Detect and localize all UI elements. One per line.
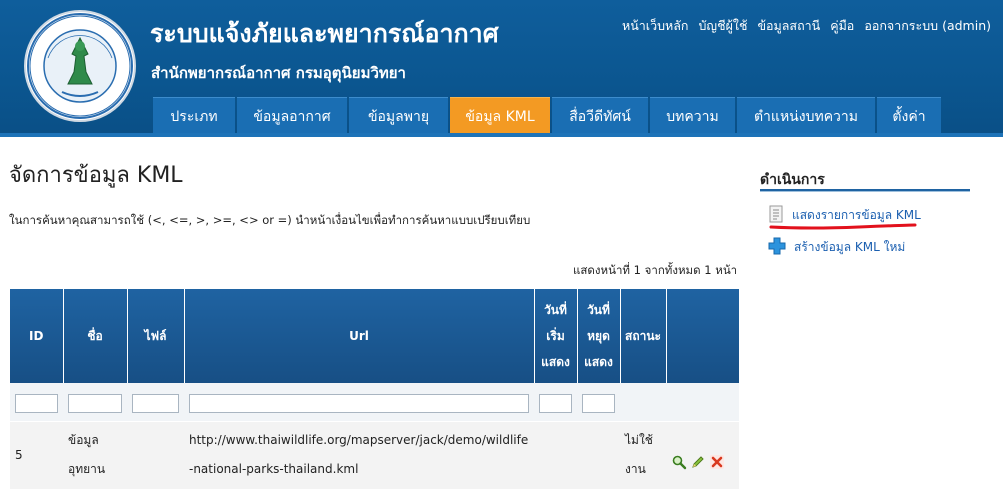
sidebar-title: ดำเนินการ [760, 172, 825, 188]
filter-url-input[interactable] [189, 393, 529, 413]
main-nav: ประเภท ข้อมูลอากาศ ข้อมูลพายุ ข้อมูล KML… [153, 97, 941, 135]
tab-articles[interactable]: บทความ [650, 97, 735, 135]
home-link[interactable]: หน้าเว็บหลัก [622, 16, 689, 36]
delete-icon[interactable] [709, 454, 725, 470]
site-title: ระบบแจ้งภัยและพยากรณ์อากาศ [150, 19, 499, 48]
column-header-start-date[interactable]: วันที่ เริ่ม แสดง [534, 289, 578, 383]
filter-file-input[interactable] [132, 393, 179, 413]
end-date-line-2: หยุด [587, 329, 610, 343]
column-header-id[interactable]: ID [10, 289, 64, 383]
sidebar-item-label: สร้างข้อมูล KML ใหม่ [794, 240, 906, 254]
cell-url: http://www.thaiwildlife.org/mapserver/ja… [184, 420, 534, 489]
column-header-end-date[interactable]: วันที่ หยุด แสดง [577, 289, 621, 383]
column-header-url[interactable]: Url [184, 289, 535, 383]
top-links: หน้าเว็บหลัก บัญชีผู้ใช้ ข้อมูลสถานี คู่… [622, 16, 991, 36]
annotation-underline [769, 223, 917, 230]
cell-actions [666, 420, 739, 489]
manual-link[interactable]: คู่มือ [830, 16, 854, 36]
column-header-name[interactable]: ชื่อ [63, 289, 128, 383]
sidebar-divider [760, 189, 970, 192]
cell-status: ไม่ใช้งาน [620, 420, 666, 489]
start-date-line-2: เริ่ม [546, 329, 565, 343]
page-title: จัดการข้อมูล KML [9, 163, 183, 188]
end-date-line-1: วันที่ [587, 303, 610, 317]
row-actions [671, 440, 734, 470]
site-header: ระบบแจ้งภัยและพยากรณ์อากาศ สำนักพยากรณ์อ… [0, 0, 1003, 137]
station-data-link[interactable]: ข้อมูลสถานี [757, 16, 820, 36]
cell-file [127, 420, 184, 489]
start-date-line-3: แสดง [541, 355, 570, 369]
filter-start-date-input[interactable] [539, 393, 572, 413]
tab-storm-data[interactable]: ข้อมูลพายุ [349, 97, 448, 135]
logout-link[interactable]: ออกจากระบบ (admin) [864, 16, 991, 36]
filter-name-input[interactable] [68, 393, 122, 413]
end-date-line-3: แสดง [584, 355, 613, 369]
logo-emblem-icon [27, 13, 133, 119]
tab-settings[interactable]: ตั้งค่า [877, 97, 941, 135]
tab-category[interactable]: ประเภท [153, 97, 235, 135]
account-link[interactable]: บัญชีผู้ใช้ [699, 16, 748, 36]
table-row[interactable]: 5 ข้อมูลอุทยาน http://www.thaiwildlife.o… [10, 420, 739, 489]
view-icon[interactable] [671, 454, 687, 470]
tab-kml-data[interactable]: ข้อมูล KML [450, 97, 550, 135]
filter-end-date-input[interactable] [582, 393, 615, 413]
cell-start-date [534, 420, 577, 489]
tab-weather-data[interactable]: ข้อมูลอากาศ [237, 97, 347, 135]
cell-id: 5 [10, 420, 63, 489]
cell-name: ข้อมูลอุทยาน [63, 420, 127, 489]
column-header-file[interactable]: ไฟล์ [127, 289, 185, 383]
kml-data-table: ID ชื่อ ไฟล์ Url วันที่ เริ่ม แสดง วันที… [10, 289, 739, 489]
tab-article-positions[interactable]: ตำแหน่งบทความ [737, 97, 875, 135]
add-icon [768, 237, 786, 258]
filter-id-input[interactable] [15, 393, 58, 413]
column-header-status[interactable]: สถานะ [620, 289, 667, 383]
site-subtitle: สำนักพยากรณ์อากาศ กรมอุตุนิยมวิทยา [151, 64, 406, 82]
tab-video-media[interactable]: สื่อวีดีทัศน์ [552, 97, 648, 135]
sidebar-item-create-kml[interactable]: สร้างข้อมูล KML ใหม่ [768, 237, 905, 258]
search-hint: ในการค้นหาคุณสามารถใช้ (<, <=, >, >=, <>… [9, 213, 531, 227]
pagination-summary: แสดงหน้าที่ 1 จากทั้งหมด 1 หน้า [573, 263, 738, 277]
start-date-line-1: วันที่ [544, 303, 567, 317]
filter-row [10, 383, 739, 421]
cell-end-date [577, 420, 620, 489]
department-logo[interactable] [24, 10, 136, 122]
edit-icon[interactable] [690, 454, 706, 470]
table-header-row: ID ชื่อ ไฟล์ Url วันที่ เริ่ม แสดง วันที… [10, 289, 739, 383]
column-header-actions [666, 289, 739, 383]
